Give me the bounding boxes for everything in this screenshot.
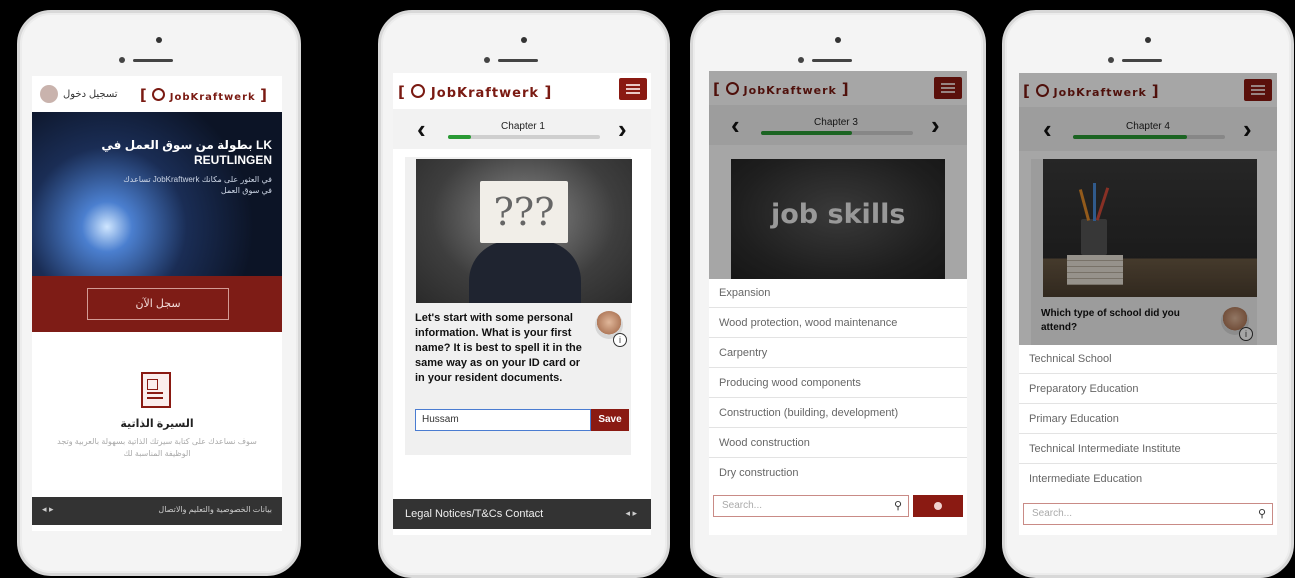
phone-mockup-1: تسجيل دخول [ JobKraftwerk ] بطولة من سوق…	[17, 10, 301, 576]
list-item[interactable]: Technical Intermediate Institute	[1019, 435, 1277, 464]
feature-cv: السيرة الذاتية سوف نساعدك على كتابة سيرت…	[32, 332, 282, 497]
phone-mockup-4: [ JobKraftwerk ] ‹ Chapter 4 › Which typ…	[1002, 10, 1294, 578]
list-item[interactable]: Carpentry	[709, 339, 967, 368]
list-item[interactable]: Construction (building, development)	[709, 399, 967, 428]
phone-notch	[1108, 37, 1178, 67]
hero-banner: بطولة من سوق العمل في LK REUTLINGEN تساع…	[32, 112, 282, 276]
register-band: سجل الآن	[32, 276, 282, 332]
footer: بيانات الخصوصية والتعليم والاتصال ◂ ▸	[32, 497, 282, 525]
brand-logo: [ JobKraftwerk ]	[139, 86, 268, 104]
phone-mockup-2: [ JobKraftwerk ] ‹ Chapter 1 › ??? Let's…	[378, 10, 670, 578]
phone-notch	[484, 37, 554, 67]
options-list: Expansion Wood protection, wood maintena…	[709, 279, 967, 493]
list-item[interactable]: Dry construction	[709, 459, 967, 488]
phone-notch	[798, 37, 868, 67]
register-button[interactable]: سجل الآن	[87, 288, 229, 320]
progress-fill	[448, 135, 471, 139]
question-text: Let's start with some personal informati…	[415, 312, 582, 384]
list-item[interactable]: Primary Education	[1019, 405, 1277, 434]
logo-gear-icon	[411, 84, 426, 98]
screen-2: [ JobKraftwerk ] ‹ Chapter 1 › ??? Let's…	[393, 73, 651, 535]
chapter-nav: ‹ Chapter 1 ›	[393, 109, 651, 149]
overlay-dim	[709, 71, 967, 279]
save-button[interactable]: Save	[591, 409, 629, 431]
header: [ JobKraftwerk ]	[393, 73, 651, 109]
person-silhouette	[469, 241, 581, 303]
feature-title: السيرة الذاتية	[120, 418, 194, 430]
list-item[interactable]: Producing wood components	[709, 369, 967, 398]
submit-button[interactable]	[913, 495, 963, 517]
search-input[interactable]: Search... ⚲	[713, 495, 909, 517]
search-icon[interactable]: ⚲	[894, 496, 902, 516]
chevron-right-icon[interactable]: ›	[618, 116, 627, 142]
login-link[interactable]: تسجيل دخول	[40, 84, 118, 104]
list-item[interactable]: Expansion	[709, 279, 967, 308]
overlay-dim	[1019, 73, 1277, 345]
name-input[interactable]: Hussam	[415, 409, 591, 431]
hero-subtitle: تساعدك JobKraftwerk في العثور على مكانك …	[123, 175, 272, 195]
footer-links[interactable]: Legal Notices/T&Cs Contact	[405, 508, 543, 520]
hero-title: بطولة من سوق العمل في LK REUTLINGEN	[101, 138, 272, 167]
info-icon[interactable]: i	[613, 333, 627, 347]
question-image: ???	[416, 159, 632, 303]
card: ??? Let's start with some personal infor…	[405, 157, 632, 455]
list-item[interactable]: Preparatory Education	[1019, 375, 1277, 404]
brand-logo: [ JobKraftwerk ]	[398, 83, 553, 101]
options-list: Technical School Preparatory Education P…	[1019, 345, 1277, 497]
list-item[interactable]: Intermediate Education	[1019, 465, 1277, 494]
chevron-left-icon[interactable]: ‹	[417, 116, 426, 142]
screen-4: [ JobKraftwerk ] ‹ Chapter 4 › Which typ…	[1019, 73, 1277, 535]
phone-mockup-3: [ JobKraftwerk ] ‹ Chapter 3 › job skill…	[690, 10, 986, 578]
social-icons[interactable]: ◂ ▸	[42, 504, 54, 515]
question-marks-icon: ???	[480, 181, 568, 243]
phone-notch	[119, 37, 189, 67]
user-icon	[40, 85, 58, 103]
header: تسجيل دخول [ JobKraftwerk ]	[32, 76, 282, 112]
cv-document-icon	[141, 372, 171, 408]
chapter-progress	[448, 135, 600, 139]
social-icons[interactable]: ◂ ▸	[625, 508, 637, 519]
logo-gear-icon	[152, 88, 166, 101]
hamburger-menu-button[interactable]	[619, 78, 647, 100]
list-item[interactable]: Technical School	[1019, 345, 1277, 374]
list-item[interactable]: Wood protection, wood maintenance	[709, 309, 967, 338]
screen-3: [ JobKraftwerk ] ‹ Chapter 3 › job skill…	[709, 71, 967, 535]
arrow-right-icon	[934, 502, 942, 510]
chapter-label: Chapter 1	[501, 121, 545, 132]
screen-1: تسجيل دخول [ JobKraftwerk ] بطولة من سوق…	[32, 76, 282, 531]
search-icon[interactable]: ⚲	[1258, 504, 1266, 524]
feature-text: سوف نساعدك على كتابة سيرتك الذاتية بسهول…	[57, 437, 257, 458]
list-item[interactable]: Wood construction	[709, 429, 967, 458]
footer: Legal Notices/T&Cs Contact ◂ ▸	[393, 499, 651, 529]
footer-links[interactable]: بيانات الخصوصية والتعليم والاتصال	[158, 505, 272, 514]
search-input[interactable]: Search... ⚲	[1023, 503, 1273, 525]
